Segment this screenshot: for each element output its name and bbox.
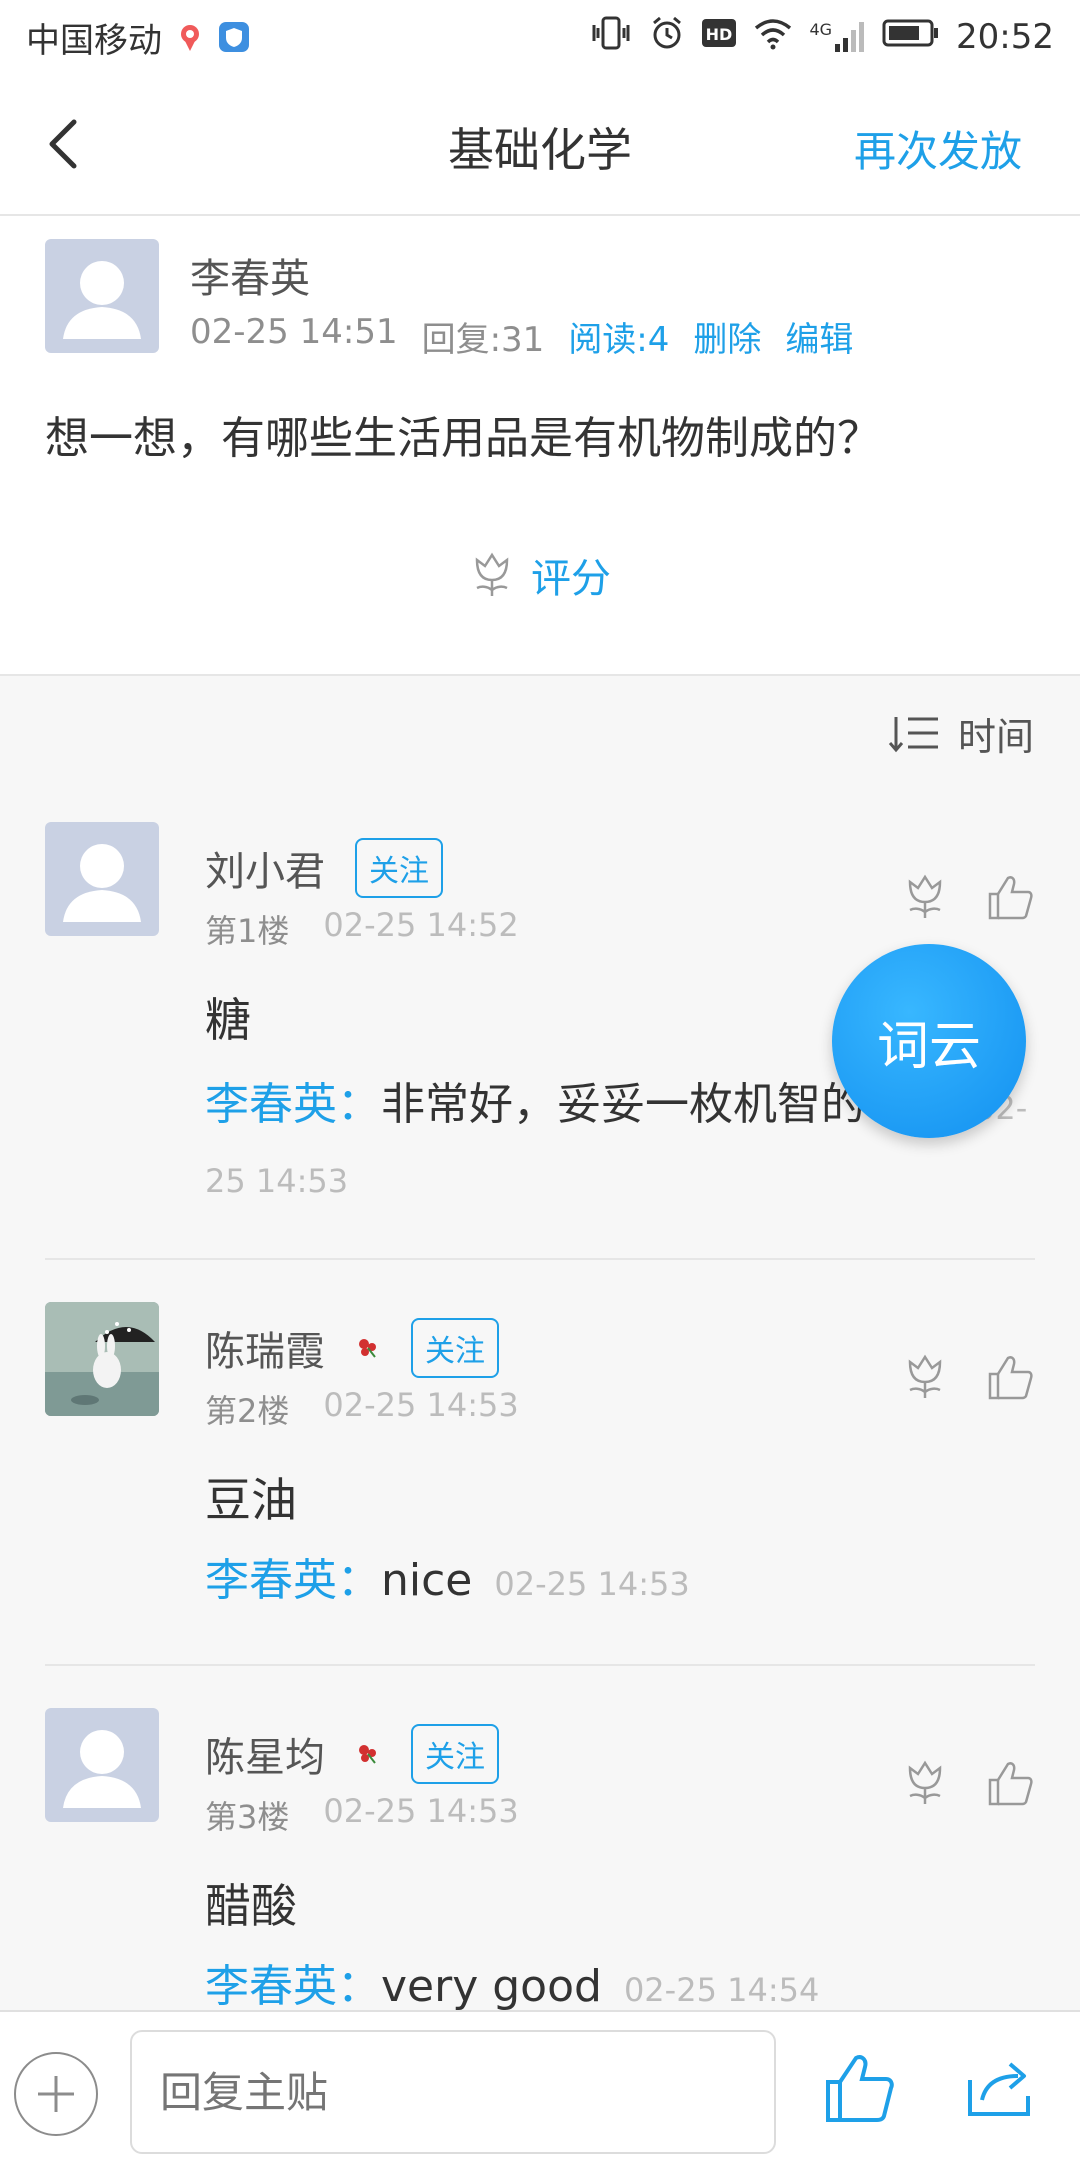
flower-badge-icon xyxy=(359,1339,376,1358)
read-count-link[interactable]: 阅读:4 xyxy=(568,312,669,361)
reply-actions xyxy=(902,1352,1034,1402)
sort-label: 时间 xyxy=(957,715,1034,759)
reply-item: 陈瑞霞 关注 第2楼 02-25 14:53 豆油 李春英：nice 02-25 … xyxy=(0,1260,1080,1664)
teacher-reply-time: 02-25 14:53 xyxy=(494,1565,690,1603)
thumbs-up-icon[interactable] xyxy=(986,872,1034,922)
follow-button[interactable]: 关注 xyxy=(355,838,443,898)
user-avatar[interactable] xyxy=(45,1302,159,1416)
reply-author[interactable]: 刘小君 xyxy=(205,839,325,897)
thumbs-up-icon[interactable] xyxy=(986,1352,1034,1402)
default-avatar-icon xyxy=(63,844,141,922)
reply-count: 回复:31 xyxy=(421,320,545,360)
user-avatar[interactable] xyxy=(45,1708,159,1822)
sort-bar: 时间 xyxy=(0,676,1080,782)
teacher-reply-time: 02-25 14:54 xyxy=(623,1971,820,2009)
sort-by-time-button[interactable]: 时间 xyxy=(888,706,1034,761)
rate-label: 评分 xyxy=(531,556,611,602)
reply-item: 陈星均 关注 第3楼 02-25 14:53 醋酸 李春英：very good 0… xyxy=(0,1666,1080,2010)
hd-icon: HD xyxy=(701,17,737,58)
reply-author[interactable]: 陈瑞霞 xyxy=(205,1319,325,1377)
reply-input[interactable] xyxy=(130,2030,776,2154)
battery-icon xyxy=(882,17,940,57)
reply-time: 02-25 14:53 xyxy=(323,1386,519,1424)
teacher-name[interactable]: 李春英： xyxy=(205,1961,381,2010)
signal-icon: 4G xyxy=(809,20,866,54)
reply-author-row: 陈瑞霞 关注 xyxy=(205,1318,499,1378)
flower-icon[interactable] xyxy=(902,872,948,922)
thumbs-up-icon[interactable] xyxy=(986,1758,1034,1808)
reply-author-row: 陈星均 关注 xyxy=(205,1724,499,1784)
flower-icon[interactable] xyxy=(902,1352,948,1402)
post-content: 想一想，有哪些生活用品是有机物制成的？ xyxy=(45,413,881,464)
teacher-reply: 李春英：nice 02-25 14:53 xyxy=(205,1546,1045,1619)
bunny-avatar-icon xyxy=(45,1302,159,1416)
teacher-reply: 李春英：very good 02-25 14:54 xyxy=(205,1952,1045,2010)
reply-author[interactable]: 陈星均 xyxy=(205,1725,325,1783)
reply-meta: 第3楼 02-25 14:53 xyxy=(205,1792,519,1838)
reply-actions xyxy=(902,872,1034,922)
reply-meta: 第1楼 02-25 14:52 xyxy=(205,906,519,952)
redistribute-button[interactable]: 再次发放 xyxy=(854,118,1022,179)
like-post-button[interactable] xyxy=(824,2052,896,2124)
rate-button[interactable]: 评分 xyxy=(0,546,1080,604)
floor-label: 第2楼 xyxy=(205,1392,290,1430)
reply-content: 醋酸 xyxy=(205,1879,297,1933)
follow-button[interactable]: 关注 xyxy=(411,1724,499,1784)
alarm-icon xyxy=(649,15,685,60)
bottom-bar xyxy=(0,2010,1080,2162)
reply-actions xyxy=(902,1758,1034,1808)
network-type-label: 4G xyxy=(809,20,833,39)
share-icon xyxy=(968,2062,1030,2116)
word-cloud-button[interactable]: 词云 xyxy=(832,944,1026,1138)
header-bar: 基础化学 再次发放 xyxy=(0,74,1080,216)
thumbs-up-icon xyxy=(826,2055,894,2122)
plus-icon xyxy=(38,2076,74,2112)
clock-label: 20:52 xyxy=(956,17,1054,57)
floor-label: 第1楼 xyxy=(205,912,290,950)
teacher-reply-text: very good xyxy=(381,1961,602,2010)
reply-author-row: 刘小君 关注 xyxy=(205,838,443,898)
reply-time: 02-25 14:52 xyxy=(323,906,519,944)
reply-time: 02-25 14:53 xyxy=(323,1792,519,1830)
teacher-name[interactable]: 李春英： xyxy=(205,1079,381,1130)
vibrate-icon xyxy=(589,15,633,60)
flower-icon xyxy=(475,552,509,596)
post-date: 02-25 14:51 xyxy=(190,312,398,352)
wifi-icon xyxy=(753,16,793,59)
author-avatar[interactable] xyxy=(45,239,159,353)
user-avatar[interactable] xyxy=(45,822,159,936)
map-pin-icon xyxy=(174,21,206,53)
post-author[interactable]: 李春英 xyxy=(190,246,310,304)
shield-icon xyxy=(218,21,250,53)
flower-badge-icon xyxy=(359,1745,376,1764)
teacher-reply-text: nice xyxy=(381,1555,473,1606)
main-post: 李春英 02-25 14:51 回复:31 阅读:4 删除 编辑 想一想，有哪些… xyxy=(0,216,1080,676)
delete-button[interactable]: 删除 xyxy=(693,312,761,361)
reply-meta: 第2楼 02-25 14:53 xyxy=(205,1386,519,1432)
default-avatar-icon xyxy=(63,261,141,339)
carrier-label: 中国移动 xyxy=(26,20,162,61)
add-attachment-button[interactable] xyxy=(14,2052,98,2136)
teacher-name[interactable]: 李春英： xyxy=(205,1555,381,1606)
status-bar: 中国移动 HD 4G 20:52 xyxy=(0,0,1080,74)
flower-icon[interactable] xyxy=(902,1758,948,1808)
post-meta: 02-25 14:51 回复:31 阅读:4 删除 编辑 xyxy=(190,312,853,361)
follow-button[interactable]: 关注 xyxy=(411,1318,499,1378)
svg-text:HD: HD xyxy=(706,25,733,44)
share-button[interactable] xyxy=(966,2056,1036,2120)
edit-button[interactable]: 编辑 xyxy=(785,312,853,361)
reply-content: 豆油 xyxy=(205,1473,297,1527)
default-avatar-icon xyxy=(63,1730,141,1808)
floor-label: 第3楼 xyxy=(205,1798,290,1836)
sort-icon xyxy=(888,716,938,752)
reply-content: 糖 xyxy=(205,993,251,1047)
